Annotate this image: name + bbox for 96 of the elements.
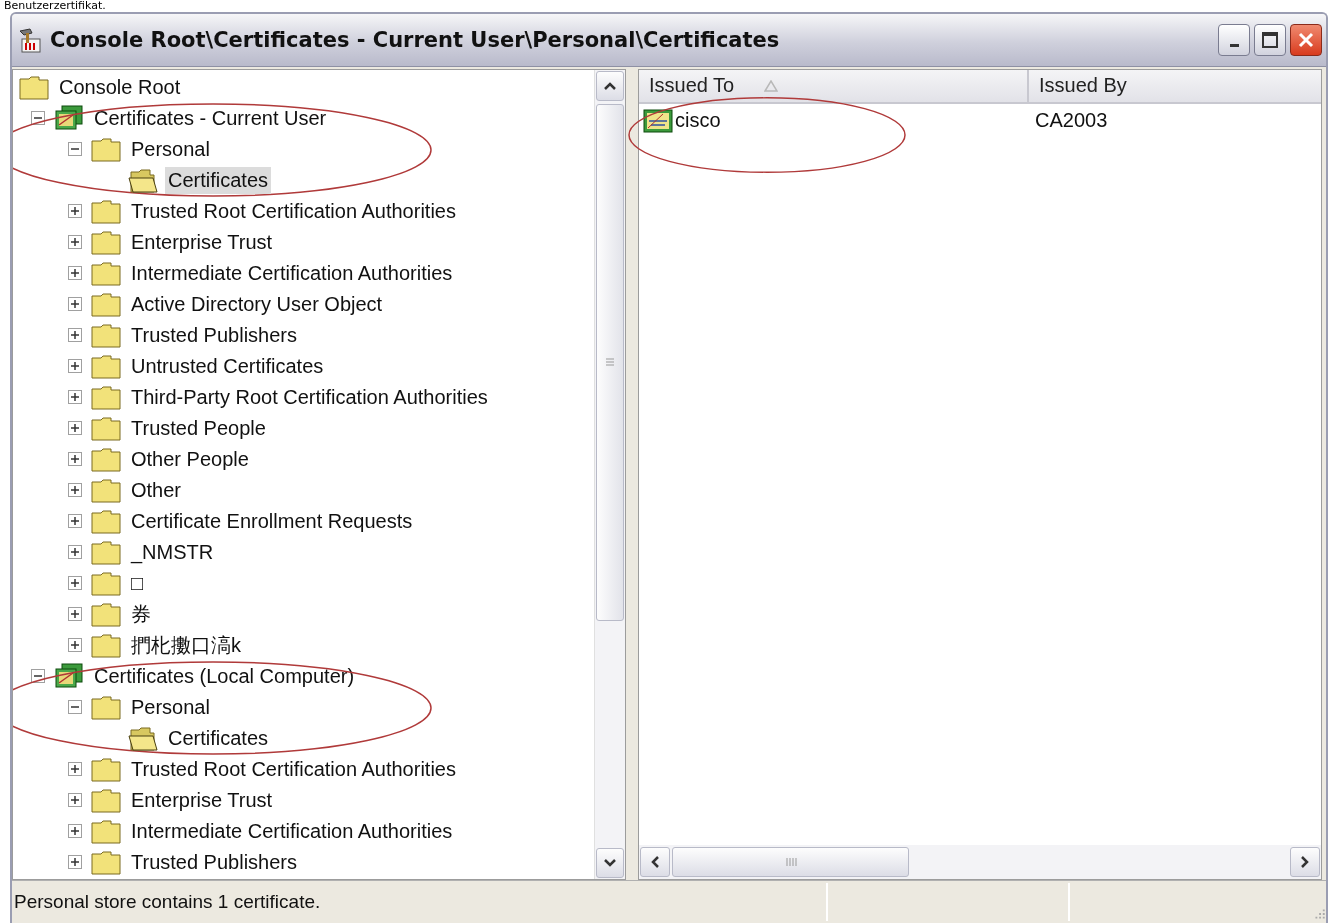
expand-icon[interactable] <box>68 204 82 219</box>
folder-icon <box>91 291 121 318</box>
scroll-up-button[interactable] <box>596 70 624 101</box>
folder-icon <box>91 539 121 566</box>
tree-item[interactable]: Enterprise Trust <box>128 228 276 256</box>
console-icon <box>18 26 42 53</box>
tree-item[interactable]: Other People <box>128 445 252 473</box>
folder-icon <box>91 849 121 876</box>
folder-icon <box>19 74 49 101</box>
tree-item[interactable]: Trusted Publishers <box>128 321 300 349</box>
folder-icon <box>91 136 121 163</box>
column-header[interactable]: Issued By <box>1029 69 1321 102</box>
minimize-icon <box>1229 44 1239 48</box>
folder-icon <box>91 446 121 473</box>
folder-icon <box>91 322 121 349</box>
expand-icon[interactable] <box>68 359 82 374</box>
expand-icon[interactable] <box>68 266 82 281</box>
folder-icon <box>91 756 121 783</box>
tree-item[interactable]: Certificates - Current User <box>91 104 330 132</box>
tree-item[interactable]: Active Directory User Object <box>128 290 386 318</box>
tree-item[interactable]: Trusted People <box>128 414 269 442</box>
folder-icon <box>91 415 121 442</box>
folder-icon <box>91 384 121 411</box>
expand-icon[interactable] <box>68 297 82 312</box>
folder-icon <box>91 818 121 845</box>
tree-item[interactable]: Intermediate Certification Authorities <box>128 259 456 287</box>
expand-icon[interactable] <box>68 824 82 839</box>
maximize-button[interactable] <box>1254 23 1286 56</box>
folder-icon <box>91 508 121 535</box>
column-header[interactable]: Issued To <box>639 69 1029 102</box>
table-cell: CA2003 <box>1035 109 1108 132</box>
open-folder-icon <box>128 167 158 194</box>
tree-item[interactable]: Intermediate Certification Authorities <box>128 817 456 845</box>
expand-icon[interactable] <box>68 762 82 777</box>
folder-icon <box>91 229 121 256</box>
maximize-icon <box>1261 30 1279 49</box>
tree-item[interactable]: Personal <box>128 135 213 163</box>
tree-item[interactable]: Personal <box>128 693 213 721</box>
scroll-down-button[interactable] <box>596 848 624 879</box>
folder-icon <box>91 632 121 659</box>
collapse-icon[interactable] <box>68 700 82 715</box>
close-button[interactable] <box>1290 23 1322 56</box>
expand-icon[interactable] <box>68 514 82 529</box>
expand-icon[interactable] <box>68 235 82 250</box>
scrollbar-thumb[interactable] <box>596 103 624 621</box>
folder-icon <box>91 198 121 225</box>
certificate-store-icon <box>54 663 84 690</box>
folder-icon <box>91 570 121 597</box>
tree-item[interactable]: Trusted Publishers <box>128 848 300 876</box>
expand-icon[interactable] <box>68 545 82 560</box>
tree-item[interactable]: □ <box>128 569 147 597</box>
tree-item[interactable]: Third-Party Root Certification Authorities <box>128 383 491 411</box>
folder-icon <box>91 353 121 380</box>
grip-icon <box>784 857 797 868</box>
expand-icon[interactable] <box>68 638 82 653</box>
folder-icon <box>91 694 121 721</box>
tree-item[interactable]: Trusted Root Certification Authorities <box>128 197 459 225</box>
expand-icon[interactable] <box>68 483 82 498</box>
certificate-store-icon <box>54 105 84 132</box>
expand-icon[interactable] <box>68 576 82 591</box>
close-icon <box>1297 30 1315 49</box>
tree-item[interactable]: Enterprise Trust <box>128 786 276 814</box>
expand-icon[interactable] <box>68 855 82 870</box>
folder-icon <box>91 601 121 628</box>
collapse-icon[interactable] <box>68 142 82 157</box>
tree-item[interactable]: Other <box>128 476 185 504</box>
tree-item[interactable]: 券 <box>128 600 154 628</box>
tree-item[interactable]: Certificate Enrollment Requests <box>128 507 416 535</box>
expand-icon[interactable] <box>68 390 82 405</box>
tree-item[interactable]: Trusted Root Certification Authorities <box>128 755 459 783</box>
expand-icon[interactable] <box>68 793 82 808</box>
scroll-right-button[interactable] <box>1290 847 1320 878</box>
status-text: Personal store contains 1 certificate. <box>13 891 322 913</box>
expand-icon[interactable] <box>68 452 82 467</box>
tree-item[interactable]: Console Root <box>56 73 184 101</box>
window-title: Console Root\Certificates - Current User\Personal\Certificates <box>50 27 781 52</box>
tree-item[interactable]: Certificates <box>165 724 272 752</box>
certificate-icon <box>643 107 673 134</box>
open-folder-icon <box>128 725 158 752</box>
expand-icon[interactable] <box>68 421 82 436</box>
tree-item[interactable]: Untrusted Certificates <box>128 352 327 380</box>
scroll-left-button[interactable] <box>640 847 670 878</box>
page-caption: Benutzerzertifikat. <box>3 0 107 12</box>
tree-item[interactable]: Certificates (Local Computer) <box>91 662 358 690</box>
scrollbar-thumb[interactable] <box>672 847 909 878</box>
folder-icon <box>91 260 121 287</box>
expand-icon[interactable] <box>68 607 82 622</box>
folder-icon <box>91 787 121 814</box>
folder-icon <box>91 477 121 504</box>
minimize-button[interactable] <box>1218 23 1250 56</box>
tree-item[interactable]: Certificates <box>165 166 272 194</box>
expand-icon[interactable] <box>68 328 82 343</box>
grip-icon <box>605 357 615 368</box>
table-cell[interactable]: cisco <box>675 109 721 133</box>
tree-item[interactable]: 捫朼擻口滈k <box>128 631 244 659</box>
tree-item[interactable]: _NMSTR <box>128 538 217 566</box>
